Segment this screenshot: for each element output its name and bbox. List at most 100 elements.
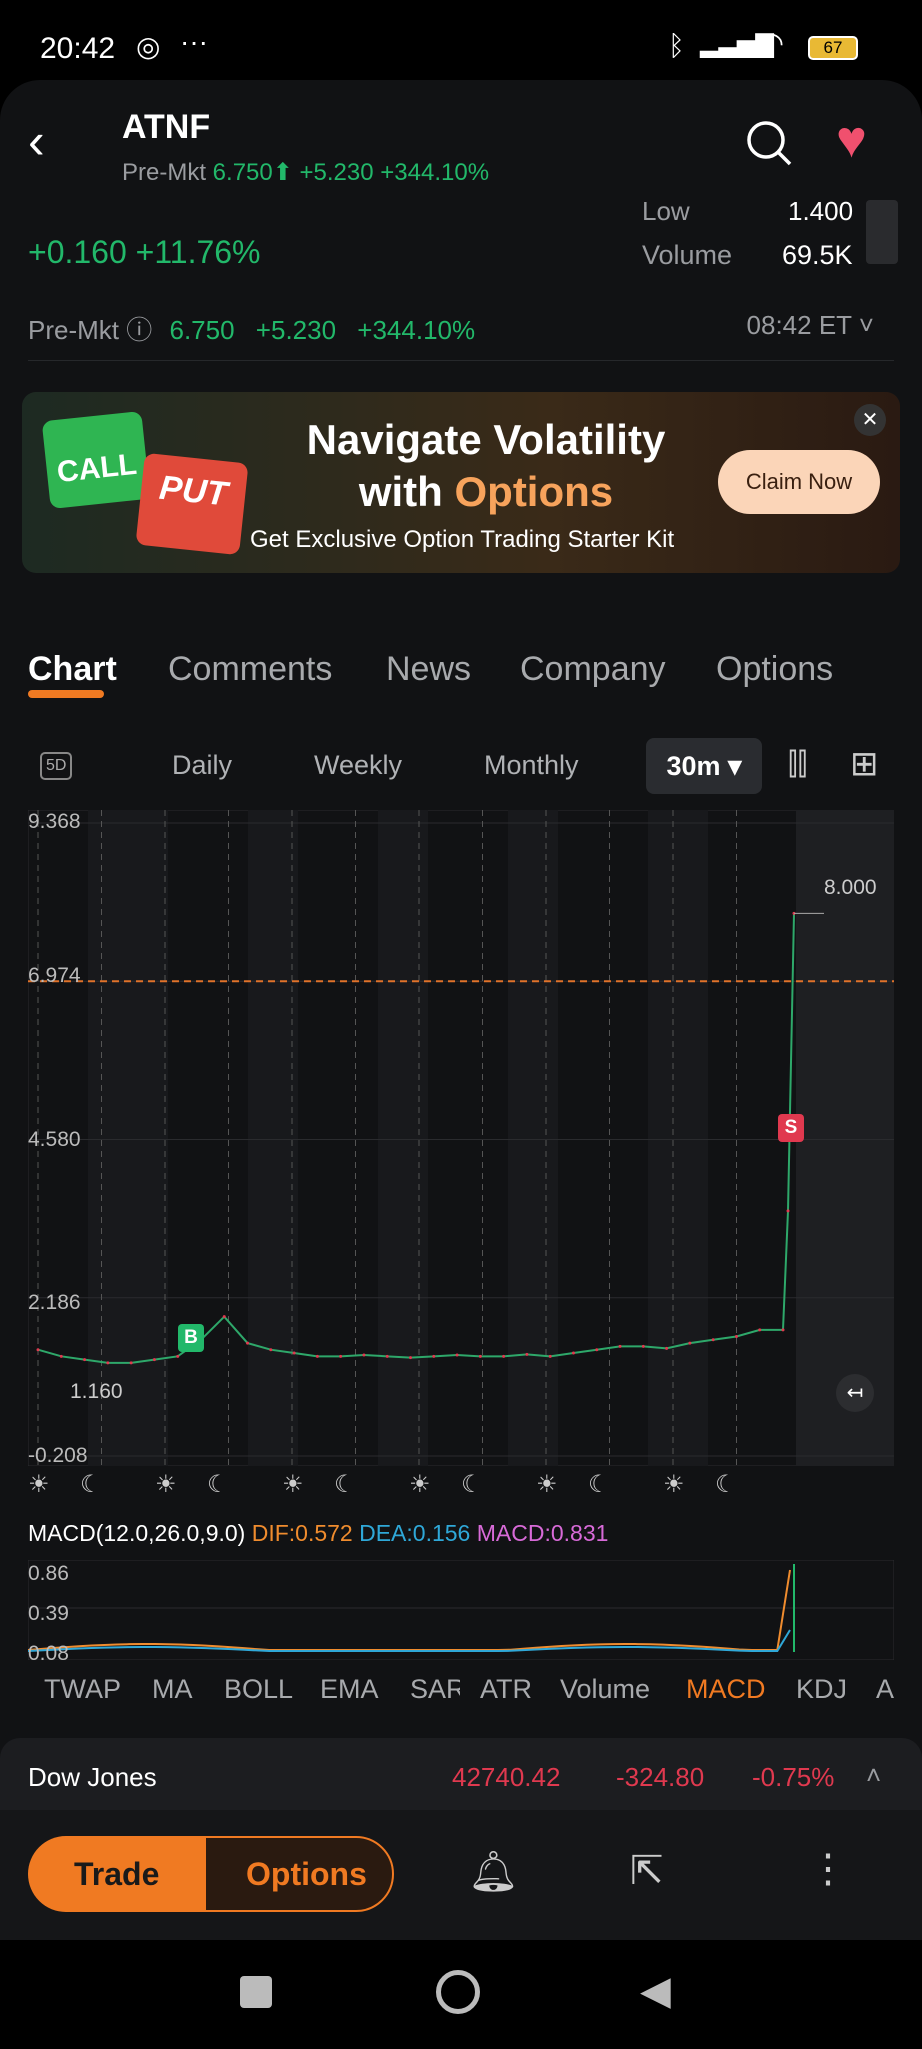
macd-tick: 0.86 (28, 1562, 69, 1585)
indicator-boll[interactable]: BOLL (224, 1674, 293, 1705)
candlestick-icon[interactable]: ⫿⫿ (788, 748, 807, 782)
price-point (339, 1354, 343, 1358)
stats-scrollbar[interactable] (866, 200, 898, 264)
5d-button[interactable]: 5D (40, 752, 73, 780)
indicator-atr[interactable]: ATR (480, 1674, 532, 1705)
y-tick: -0.208 (28, 1444, 88, 1467)
price-point (385, 1354, 389, 1358)
search-icon[interactable] (746, 120, 792, 166)
price-point (222, 1315, 226, 1319)
macd-tick: 0.08 (28, 1642, 69, 1665)
sun-icon: ☀ (536, 1471, 558, 1498)
battery-icon: 67 (808, 36, 858, 60)
options-promo-banner[interactable]: CALL PUT Navigate Volatility with Option… (22, 392, 900, 573)
period-30m-dropdown[interactable]: 30m ▾ (646, 738, 762, 794)
price-point (292, 1351, 296, 1355)
indicator-volume[interactable]: Volume (560, 1674, 650, 1705)
time-dropdown[interactable]: 08:42 ET ˅ (747, 310, 874, 341)
index-ticker-bar[interactable]: Dow Jones 42740.42 -324.80 -0.75% ˄ (0, 1738, 922, 1810)
price-point (246, 1341, 250, 1345)
low-value: 1.400 (788, 196, 854, 222)
price-point (455, 1353, 459, 1357)
sun-icon: ☀ (28, 1471, 50, 1498)
bluetooth-icon: ᛒ (668, 30, 685, 61)
more-notifications-icon: ··· (180, 26, 208, 57)
y-tick: 2.186 (28, 1291, 81, 1314)
macd-chart[interactable] (28, 1560, 894, 1660)
price-point (571, 1351, 575, 1355)
price-point (432, 1354, 436, 1358)
tab-chart[interactable]: Chart (28, 650, 117, 689)
share-icon[interactable]: ⇱ (630, 1848, 664, 1894)
tab-comments[interactable]: Comments (168, 650, 332, 689)
back-button[interactable]: ‹ (28, 112, 45, 170)
indicator-ema[interactable]: EMA (320, 1674, 379, 1705)
price-point (59, 1354, 63, 1358)
indicator-more[interactable]: A (876, 1674, 894, 1705)
favorite-heart-icon[interactable]: ♥ (836, 110, 867, 170)
tab-active-indicator (28, 690, 104, 698)
stock-symbol: ATNF (122, 108, 211, 146)
price-point (595, 1348, 599, 1352)
indicator-kdj[interactable]: KDJ (796, 1674, 847, 1705)
sun-icon: ☀ (155, 1471, 177, 1498)
chevron-up-icon[interactable]: ˄ (866, 1760, 881, 1791)
status-time: 20:42 (40, 32, 116, 65)
tab-news[interactable]: News (386, 650, 471, 689)
add-alert-icon[interactable]: 🔔︎ (468, 1848, 519, 1895)
indicator-twap[interactable]: TWAP (44, 1674, 121, 1705)
price-point (641, 1344, 645, 1348)
divider (28, 360, 894, 361)
price-point (786, 1209, 790, 1213)
tab-company[interactable]: Company (520, 650, 666, 689)
price-point (478, 1354, 482, 1358)
moon-icon: ☾ (80, 1471, 102, 1498)
back-nav-button[interactable]: ◀ (640, 1968, 671, 2014)
sun-icon: ☀ (409, 1471, 431, 1498)
session-shade (508, 810, 558, 1466)
indicator-macd[interactable]: MACD (686, 1674, 766, 1705)
home-button[interactable] (436, 1970, 480, 2014)
y-tick: 4.580 (28, 1128, 81, 1151)
moon-icon: ☾ (461, 1471, 483, 1498)
price-point (315, 1354, 319, 1358)
price-point (36, 1348, 40, 1352)
arrow-up-icon: ⬆ (272, 159, 293, 186)
recents-button[interactable] (240, 1976, 272, 2008)
options-button[interactable]: Options (204, 1836, 394, 1912)
scroll-to-latest-button[interactable]: ↤ (836, 1374, 874, 1412)
price-point (711, 1338, 715, 1342)
macd-tick: 0.39 (28, 1602, 69, 1625)
premkt-row: Pre-Mkt ⓘ 6.750 +5.230 +344.10% 08:42 ET… (28, 310, 874, 345)
android-nav-bar: ◀ (0, 1940, 922, 2049)
session-shade (378, 810, 428, 1466)
close-banner-button[interactable]: ✕ (854, 404, 886, 436)
claim-now-button[interactable]: Claim Now (718, 450, 880, 514)
grid-layout-icon[interactable]: ⊞ (850, 744, 879, 784)
low-price-label: 1.160 (70, 1380, 123, 1403)
more-options-icon[interactable]: ⋮ (808, 1846, 848, 1892)
price-point (362, 1353, 366, 1357)
moon-icon: ☾ (715, 1471, 737, 1498)
price-point (502, 1354, 506, 1358)
price-point (176, 1354, 180, 1358)
period-weekly[interactable]: Weekly (314, 750, 402, 781)
price-point (688, 1341, 692, 1345)
tab-options[interactable]: Options (716, 650, 833, 689)
put-badge: PUT (135, 452, 249, 556)
indicator-sar[interactable]: SAR (410, 1674, 460, 1705)
indicator-ma[interactable]: MA (152, 1674, 193, 1705)
y-tick: 9.368 (28, 810, 81, 833)
price-point (758, 1328, 762, 1332)
header-premkt: Pre-Mkt 6.750⬆ +5.230 +344.10% (122, 159, 490, 186)
trade-button[interactable]: Trade (28, 1836, 228, 1912)
future-area (796, 810, 894, 1466)
session-shade (648, 810, 708, 1466)
price-point (83, 1358, 87, 1362)
info-icon[interactable]: ⓘ (126, 315, 152, 345)
period-daily[interactable]: Daily (172, 750, 232, 781)
period-monthly[interactable]: Monthly (484, 750, 579, 781)
price-chart[interactable] (28, 810, 894, 1466)
moon-icon: ☾ (207, 1471, 229, 1498)
price-point (618, 1344, 622, 1348)
